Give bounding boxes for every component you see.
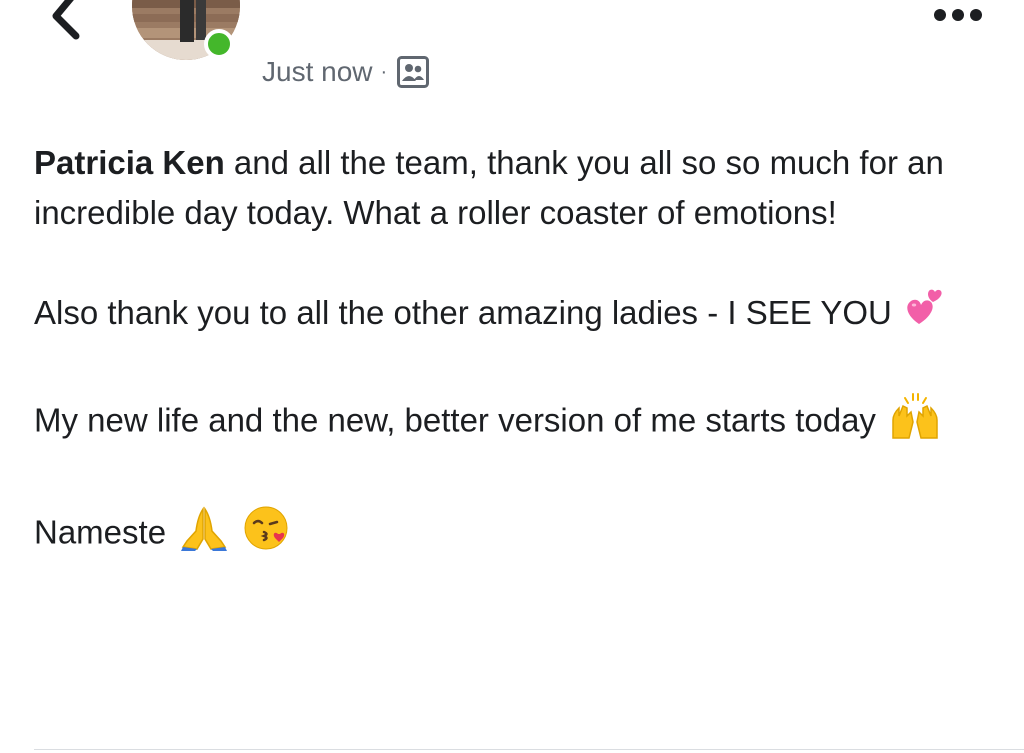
timestamp[interactable]: Just now <box>262 56 373 88</box>
post-paragraph: Also thank you to all the other amazing … <box>34 288 974 342</box>
two-hearts-emoji <box>905 288 945 342</box>
back-button[interactable] <box>46 0 88 40</box>
paragraph-text: Nameste <box>34 514 167 551</box>
post-paragraph: Patricia Ken and all the team, thank you… <box>34 138 974 238</box>
meta-separator: · <box>380 60 388 83</box>
post-paragraph: Nameste <box>34 504 974 566</box>
paragraph-text: Also thank you to all the other amazing … <box>34 294 892 331</box>
online-status-indicator <box>204 29 234 59</box>
back-chevron-icon <box>52 0 80 40</box>
friends-icon[interactable] <box>397 56 430 88</box>
more-options-button[interactable] <box>932 6 984 24</box>
mention-link[interactable]: Patricia Ken <box>34 144 225 181</box>
post-meta: Just now · <box>262 54 430 90</box>
raising-hands-emoji <box>889 392 941 454</box>
post-body: Patricia Ken and all the team, thank you… <box>34 138 974 566</box>
more-dots-icon <box>934 9 982 21</box>
post-paragraph: My new life and the new, better version … <box>34 392 974 454</box>
folded-hands-emoji <box>179 505 229 565</box>
divider <box>34 749 1024 750</box>
paragraph-text: My new life and the new, better version … <box>34 402 876 439</box>
kissing-face-emoji <box>242 504 290 566</box>
